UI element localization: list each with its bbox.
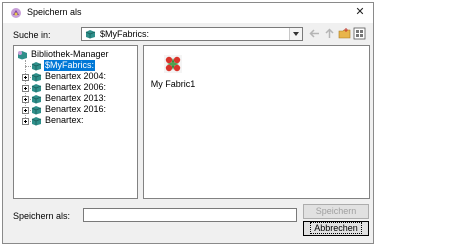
- file-list[interactable]: My Fabric1: [143, 45, 370, 199]
- window-title: Speichern als: [27, 7, 82, 17]
- tree-item-benartex[interactable]: Benartex:: [31, 115, 85, 126]
- fabric-folder-icon: [31, 94, 42, 104]
- expand-icon[interactable]: [22, 74, 29, 81]
- expand-icon[interactable]: [22, 96, 29, 103]
- fabric-folder-icon: [31, 61, 42, 71]
- fabric-folder-icon: [31, 72, 42, 82]
- fabric-file-icon: [164, 55, 182, 73]
- up-folder-icon[interactable]: [323, 27, 336, 40]
- title-bar: Speichern als ✕: [3, 3, 373, 23]
- look-in-value: $MyFabrics:: [100, 29, 150, 39]
- app-icon: [11, 8, 21, 18]
- close-button[interactable]: ✕: [353, 5, 367, 19]
- file-item[interactable]: My Fabric1: [149, 54, 197, 89]
- tree-item-benartex-2006[interactable]: Benartex 2006:: [31, 82, 107, 93]
- new-folder-icon[interactable]: [338, 27, 351, 40]
- save-as-label: Speichern als:: [13, 211, 71, 221]
- library-tree[interactable]: Bibliothek-Manager $MyFabrics: Benartex …: [13, 45, 138, 199]
- fabric-folder-icon: [85, 30, 96, 39]
- chevron-down-icon[interactable]: [289, 28, 302, 40]
- look-in-label: Suche in:: [13, 30, 51, 40]
- expand-icon[interactable]: [22, 107, 29, 114]
- library-icon: [18, 50, 27, 60]
- tree-item-myfabrics[interactable]: $MyFabrics:: [31, 60, 96, 72]
- tree-item-benartex-2016[interactable]: Benartex 2016:: [31, 104, 107, 115]
- tree-item-benartex-2004[interactable]: Benartex 2004:: [31, 71, 107, 82]
- save-as-input[interactable]: [83, 208, 297, 222]
- view-menu-icon[interactable]: [353, 27, 366, 40]
- cancel-button-label: Abbrechen: [310, 222, 362, 234]
- expand-icon[interactable]: [22, 118, 29, 125]
- expand-icon[interactable]: [22, 85, 29, 92]
- save-button[interactable]: Speichern: [303, 204, 369, 219]
- back-arrow-icon[interactable]: [308, 27, 321, 40]
- cancel-button[interactable]: Abbrechen: [303, 221, 369, 236]
- save-as-dialog: Speichern als ✕ Suche in: $MyFabrics: Bi…: [2, 2, 374, 244]
- look-in-dropdown[interactable]: $MyFabrics:: [81, 27, 303, 41]
- tree-item-benartex-2013[interactable]: Benartex 2013:: [31, 93, 107, 104]
- tree-item-library-manager[interactable]: Bibliothek-Manager: [17, 49, 110, 60]
- fabric-folder-icon: [31, 83, 42, 93]
- file-label: My Fabric1: [150, 79, 196, 89]
- fabric-folder-icon: [31, 105, 42, 115]
- fabric-folder-icon: [31, 116, 42, 126]
